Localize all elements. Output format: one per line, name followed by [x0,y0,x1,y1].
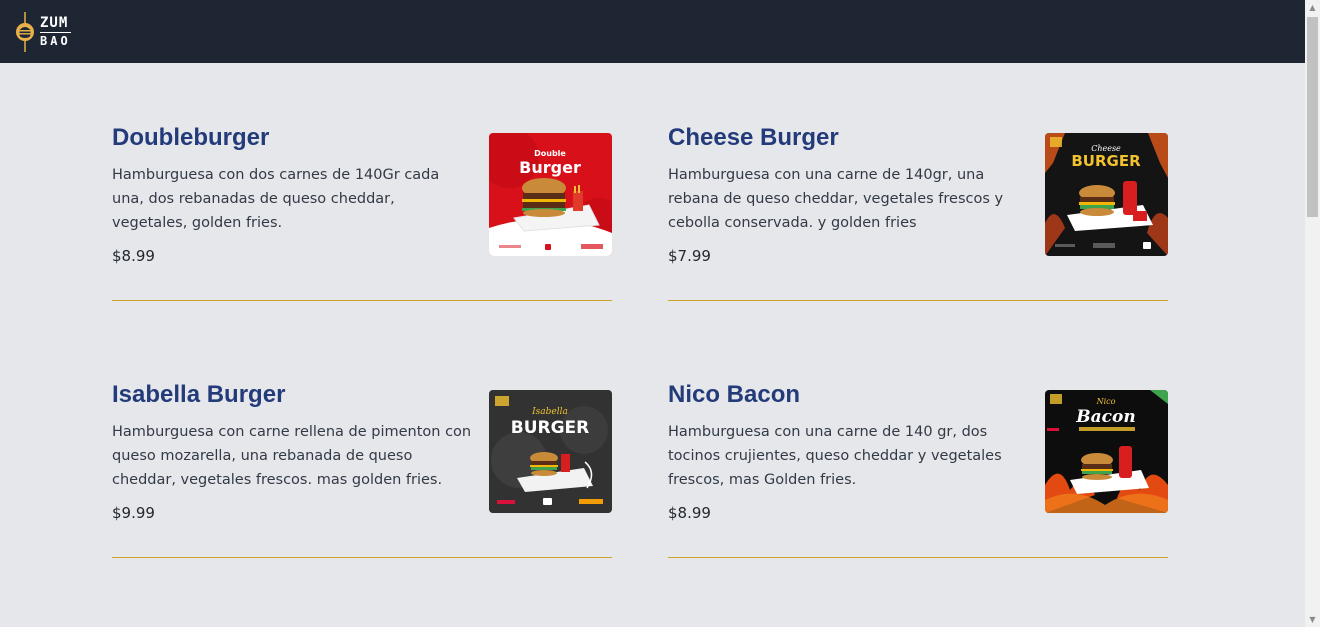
page-scrollbar[interactable]: ▲ ▼ [1305,0,1320,627]
menu-item-title: Nico Bacon [668,381,801,408]
cheese-burger-promo-image: Cheese BURGER [1045,133,1168,256]
menu-item-cheese-burger: Cheese Burger Hamburguesa con una carne … [668,123,1168,301]
menu-item-price: $8.99 [668,504,711,522]
burger-logo-icon [16,12,34,52]
menu-item-isabella-burger: Isabella Burger Hamburguesa con carne re… [112,380,612,558]
image-heading-small: Double [534,149,566,158]
menu-item-nico-bacon: Nico Bacon Hamburguesa con una carne de … [668,380,1168,558]
menu-item-description: Hamburguesa con dos carnes de 140Gr cada… [112,167,440,231]
menu-item-title: Isabella Burger [112,381,286,408]
nico-bacon-promo-image: Nico Bacon [1045,390,1168,513]
menu-item-image[interactable]: Nico Bacon [1045,390,1168,513]
image-heading-large: Burger [519,158,581,177]
menu-item-description: Hamburguesa con una carne de 140gr, una … [668,167,1004,231]
scrollbar-thumb[interactable] [1307,17,1318,217]
navbar: ZUM BAO [0,0,1305,63]
menu-item-image[interactable]: Double Burger [489,133,612,256]
menu-item-price: $9.99 [112,504,155,522]
image-heading-large: BURGER [511,418,590,438]
image-heading-large: Bacon [1075,407,1135,427]
menu-item-price: $8.99 [112,247,155,265]
menu-item-image[interactable]: Cheese BURGER [1045,133,1168,256]
brand-logo[interactable]: ZUM BAO [15,12,85,52]
menu-grid: Doubleburger Hamburguesa con dos carnes … [0,63,1305,627]
menu-item-title: Cheese Burger [668,124,839,151]
image-heading-small: Isabella [531,407,568,417]
brand-wordmark: ZUM BAO [40,15,71,50]
brand-line-2: BAO [40,32,71,48]
menu-item-doubleburger: Doubleburger Hamburguesa con dos carnes … [112,123,612,301]
brand-line-1: ZUM [40,15,69,31]
menu-item-description: Hamburguesa con carne rellena de pimento… [112,424,472,488]
isabella-burger-promo-image: Isabella BURGER [489,390,612,513]
menu-item-price: $7.99 [668,247,711,265]
image-heading-small: Nico [1096,397,1116,406]
image-heading-large: BURGER [1071,152,1141,170]
scroll-up-arrow-icon[interactable]: ▲ [1305,0,1320,15]
menu-item-description: Hamburguesa con una carne de 140 gr, dos… [668,424,1002,488]
scroll-down-arrow-icon[interactable]: ▼ [1305,612,1320,627]
doubleburger-promo-image: Double Burger [489,133,612,256]
menu-item-title: Doubleburger [112,124,270,151]
menu-item-image[interactable]: Isabella BURGER [489,390,612,513]
